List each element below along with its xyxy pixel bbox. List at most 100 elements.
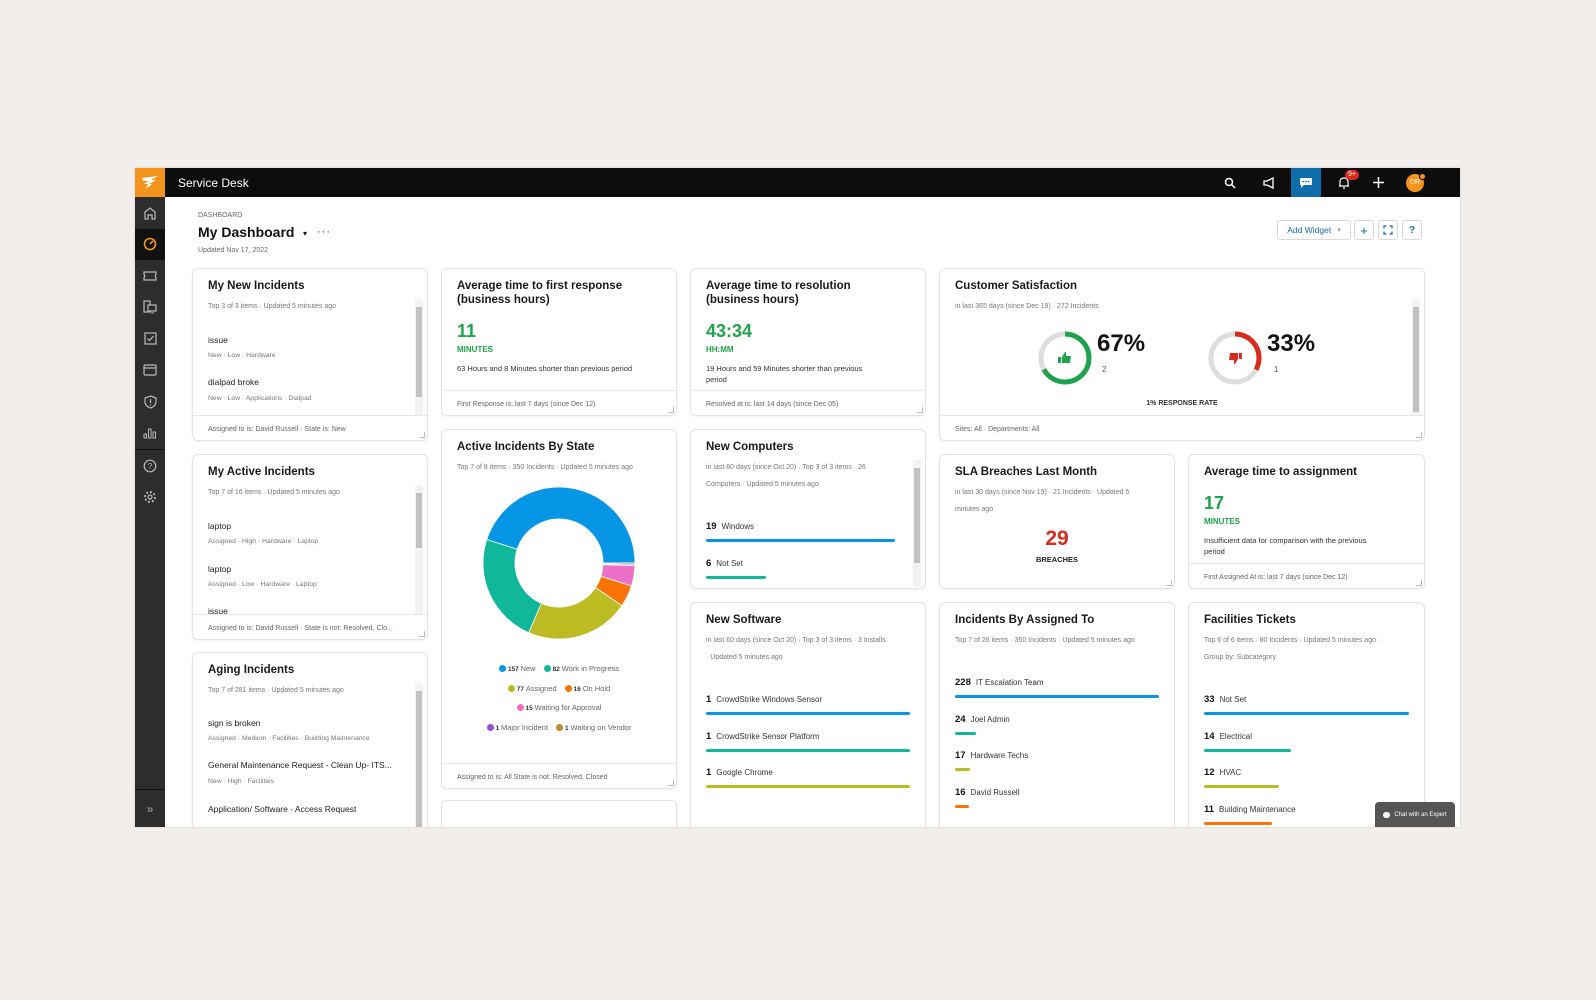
widget-title[interactable]: New Software bbox=[706, 613, 781, 627]
list-item[interactable]: issue bbox=[208, 335, 228, 345]
list-item[interactable]: dialpad broke bbox=[208, 377, 259, 387]
sidebar-item-help[interactable]: ? bbox=[135, 450, 165, 482]
bar-row[interactable]: 228 IT Escalation Team bbox=[955, 672, 1159, 698]
metric-value: 43:34 bbox=[706, 321, 753, 341]
scrollbar-thumb[interactable] bbox=[416, 307, 422, 397]
sidebar-item-settings[interactable] bbox=[135, 482, 165, 514]
chat-button[interactable] bbox=[1291, 168, 1321, 197]
legend-row: 1 Major Incident 1 Waiting on Vendor bbox=[442, 719, 676, 739]
bar-row[interactable]: 12 HVAC bbox=[1204, 762, 1409, 788]
resize-handle[interactable] bbox=[1416, 432, 1422, 438]
widget-subtitle: in last 365 days (since Dec 19) · 272 In… bbox=[955, 303, 1099, 310]
sidebar-item-tasks[interactable] bbox=[135, 323, 165, 355]
widget-footer: Assigned to is: David Russell · State is… bbox=[193, 415, 427, 440]
sidebar-item-reports[interactable] bbox=[135, 418, 165, 450]
scrollbar[interactable] bbox=[913, 460, 921, 587]
widget-subtitle: Top 3 of 3 items · Updated 5 minutes ago bbox=[208, 303, 337, 310]
scrollbar-thumb[interactable] bbox=[1413, 307, 1419, 412]
widget-title[interactable]: New Computers bbox=[706, 440, 794, 454]
sidebar-item-assets[interactable] bbox=[135, 292, 165, 324]
legend-item[interactable]: 16 On Hold bbox=[564, 680, 610, 700]
bar-row[interactable]: 17 Hardware Techs bbox=[955, 745, 1159, 771]
resize-handle[interactable] bbox=[917, 407, 923, 413]
scrollbar[interactable] bbox=[415, 485, 423, 615]
scrollbar-thumb[interactable] bbox=[416, 691, 422, 827]
resize-handle[interactable] bbox=[668, 780, 674, 786]
bar-row[interactable]: 24 Joel Admin bbox=[955, 709, 1159, 735]
scrollbar-thumb[interactable] bbox=[416, 493, 422, 548]
metric-value: 17 bbox=[1204, 493, 1225, 513]
widget-footer: First Assigned At is: last 7 days (since… bbox=[1189, 563, 1424, 588]
widget-title[interactable]: Active Incidents By State bbox=[457, 440, 594, 454]
legend-item[interactable]: 1 Major Incident bbox=[486, 719, 548, 739]
widget-facilities-tickets: Facilities Tickets Top 6 of 6 items · 80… bbox=[1188, 602, 1425, 827]
bar-row[interactable]: 1 CrowdStrike Windows Sensor bbox=[706, 689, 910, 715]
legend-item[interactable]: 77 Assigned bbox=[507, 680, 557, 700]
notifications-button[interactable]: 9+ bbox=[1329, 168, 1359, 197]
resize-handle[interactable] bbox=[419, 432, 425, 438]
widget-title[interactable]: Aging Incidents bbox=[208, 663, 294, 677]
resize-handle[interactable] bbox=[668, 407, 674, 413]
add-button[interactable]: + bbox=[1354, 220, 1374, 240]
list-item[interactable]: sign is broken bbox=[208, 718, 260, 728]
scrollbar[interactable] bbox=[415, 299, 423, 416]
legend-item[interactable]: 1 Waiting on Vendor bbox=[556, 719, 631, 739]
donut-slice-waiting-on-vendor[interactable] bbox=[602, 562, 636, 565]
list-item[interactable]: laptop bbox=[208, 521, 231, 531]
chat-with-expert-button[interactable]: Chat with an Expert bbox=[1375, 802, 1455, 827]
resize-handle[interactable] bbox=[1416, 580, 1422, 586]
positive-percent: 67% bbox=[1097, 330, 1146, 357]
resize-handle[interactable] bbox=[419, 631, 425, 637]
subtitle-line: in last 60 days (since Oct 20) · Top 3 o… bbox=[706, 637, 886, 644]
scrollbar[interactable] bbox=[415, 683, 423, 827]
bar-fill bbox=[1204, 785, 1279, 788]
bar-row[interactable]: 16 David Russell bbox=[955, 782, 1159, 808]
widget-title[interactable]: My Active Incidents bbox=[208, 465, 315, 479]
widget-title[interactable]: SLA Breaches Last Month bbox=[955, 465, 1097, 479]
bar-row[interactable]: 1 CrowdStrike Sensor Platform bbox=[706, 726, 910, 752]
list-item[interactable]: General Maintenance Request - Clean Up- … bbox=[208, 760, 392, 770]
search-button[interactable] bbox=[1215, 168, 1245, 197]
page-title[interactable]: My Dashboard bbox=[198, 224, 294, 240]
scrollbar-thumb[interactable] bbox=[914, 468, 920, 563]
legend-item[interactable]: 157 New bbox=[498, 660, 536, 680]
sidebar-item-tickets[interactable] bbox=[135, 260, 165, 292]
widget-title[interactable]: Facilities Tickets bbox=[1204, 613, 1296, 627]
bar-value: 24 bbox=[955, 713, 966, 725]
donut-slice-work-in-progress[interactable] bbox=[482, 538, 543, 634]
add-widget-button[interactable]: Add Widget ▾ bbox=[1277, 220, 1351, 240]
user-menu-button[interactable]: DR bbox=[1400, 168, 1430, 197]
sidebar-expand-button[interactable]: » bbox=[135, 789, 165, 827]
scrollbar[interactable] bbox=[1412, 299, 1420, 416]
more-options-button[interactable]: ··· bbox=[317, 226, 331, 238]
widget-footer: First Response is: last 7 days (since De… bbox=[442, 390, 676, 415]
fullscreen-button[interactable] bbox=[1378, 220, 1398, 240]
legend-item[interactable]: 15 Waiting for Approval bbox=[516, 699, 601, 719]
create-button[interactable] bbox=[1363, 168, 1393, 197]
bar-row[interactable]: 1 Google Chrome bbox=[706, 762, 910, 788]
bar-row[interactable]: 14 Electrical bbox=[1204, 726, 1409, 752]
resize-handle[interactable] bbox=[1166, 580, 1172, 586]
sidebar-item-security[interactable] bbox=[135, 386, 165, 418]
list-item[interactable]: laptop bbox=[208, 564, 231, 574]
help-button[interactable]: ? bbox=[1402, 220, 1422, 240]
announcement-button[interactable] bbox=[1253, 168, 1283, 197]
widget-title[interactable]: Average time to assignment bbox=[1204, 465, 1357, 479]
dashboard-select-caret-icon[interactable]: ▾ bbox=[303, 229, 307, 238]
legend-dot bbox=[498, 665, 506, 672]
widget-title[interactable]: My New Incidents bbox=[208, 279, 305, 293]
legend-item[interactable]: 82 Work in Progress bbox=[543, 660, 619, 680]
bar-row[interactable]: 19 Windows bbox=[706, 516, 895, 542]
widget-title[interactable]: Customer Satisfaction bbox=[955, 279, 1077, 293]
sidebar-item-service-catalog[interactable] bbox=[135, 355, 165, 387]
bar-row[interactable]: 6 Not Set bbox=[706, 553, 895, 579]
widget-title[interactable]: Incidents By Assigned To bbox=[955, 613, 1094, 627]
list-item[interactable]: Application/ Software - Access Request bbox=[208, 804, 356, 814]
sidebar-item-home[interactable] bbox=[135, 197, 165, 229]
list-item-meta: Assigned · High · Hardware · Laptop bbox=[208, 538, 319, 545]
logo[interactable] bbox=[135, 168, 165, 197]
widget-title[interactable]: Average time to first response (business … bbox=[457, 279, 622, 307]
widget-title[interactable]: Average time to resolution (business hour… bbox=[706, 279, 851, 307]
sidebar-item-dashboard[interactable] bbox=[135, 228, 165, 260]
bar-row[interactable]: 33 Not Set bbox=[1204, 689, 1409, 715]
